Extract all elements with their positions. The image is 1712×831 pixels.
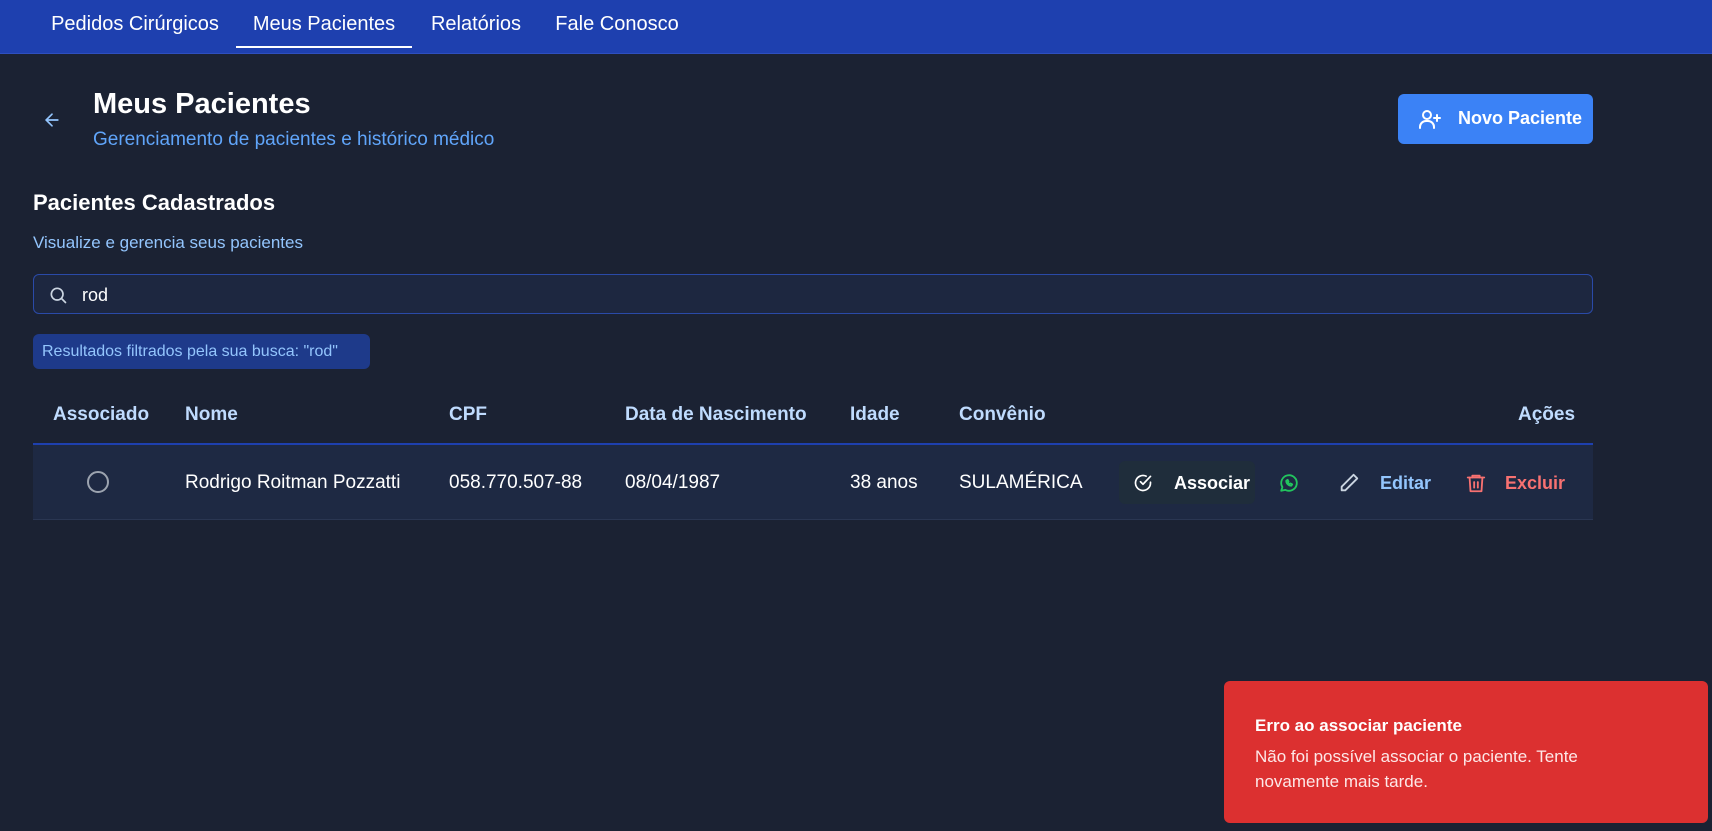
edit-button[interactable]: Editar bbox=[1338, 468, 1448, 498]
associated-radio[interactable] bbox=[87, 471, 109, 493]
new-patient-button[interactable]: Novo Paciente bbox=[1398, 94, 1593, 144]
associate-button[interactable]: Associar bbox=[1119, 461, 1255, 504]
user-plus-icon bbox=[1419, 110, 1441, 129]
delete-button[interactable]: Excluir bbox=[1465, 468, 1575, 498]
section-subtitle: Visualize e gerencia seus pacientes bbox=[33, 233, 303, 252]
tab-label: Meus Pacientes bbox=[252, 12, 396, 35]
search-input[interactable] bbox=[82, 281, 1572, 309]
page-subtitle: Gerenciamento de pacientes e histórico m… bbox=[93, 129, 495, 150]
tab-label: Fale Conosco bbox=[555, 12, 679, 35]
column-header-cpf: CPF bbox=[449, 404, 487, 425]
column-header-idade: Idade bbox=[850, 404, 900, 425]
column-header-nome: Nome bbox=[185, 404, 238, 425]
trash-icon bbox=[1466, 474, 1486, 493]
column-header-acoes: Ações bbox=[1518, 404, 1576, 425]
whatsapp-icon[interactable] bbox=[1278, 472, 1300, 494]
cell-nome: Rodrigo Roitman Pozzatti bbox=[185, 472, 401, 493]
cell-cpf: 058.770.507-88 bbox=[449, 472, 583, 493]
column-header-convenio: Convênio bbox=[959, 404, 1046, 425]
tab-label: Relatórios bbox=[430, 12, 522, 35]
search-box bbox=[33, 274, 1593, 314]
tab-fale-conosco[interactable]: Fale Conosco bbox=[552, 0, 682, 48]
tab-relatorios[interactable]: Relatórios bbox=[421, 0, 531, 48]
delete-label: Excluir bbox=[1505, 473, 1566, 493]
edit-label: Editar bbox=[1380, 473, 1432, 493]
toast-message: Não foi possível associar o paciente. Te… bbox=[1255, 747, 1578, 791]
cell-idade: 38 anos bbox=[850, 472, 918, 493]
section-title: Pacientes Cadastrados bbox=[33, 190, 276, 215]
filter-notice-text: Resultados filtrados pela sua busca: "ro… bbox=[42, 342, 338, 360]
error-toast[interactable]: Erro ao associar paciente Não foi possív… bbox=[1224, 681, 1708, 823]
tab-pedidos-cirurgicos[interactable]: Pedidos Cirúrgicos bbox=[36, 0, 234, 48]
page-title: Meus Pacientes bbox=[93, 88, 311, 120]
top-navigation: Pedidos Cirúrgicos Meus Pacientes Relató… bbox=[0, 0, 1712, 54]
new-patient-label: Novo Paciente bbox=[1458, 108, 1583, 128]
toast-title: Erro ao associar paciente bbox=[1255, 716, 1462, 735]
tab-meus-pacientes[interactable]: Meus Pacientes bbox=[236, 0, 412, 48]
tab-label: Pedidos Cirúrgicos bbox=[51, 12, 219, 35]
cell-nascimento: 08/04/1987 bbox=[625, 472, 721, 493]
arrow-left-icon bbox=[45, 113, 59, 127]
filter-notice-badge: Resultados filtrados pela sua busca: "ro… bbox=[33, 334, 370, 369]
column-header-nascimento: Data de Nascimento bbox=[625, 404, 807, 425]
column-header-associado: Associado bbox=[53, 404, 150, 425]
cell-convenio: SULAMÉRICA bbox=[959, 472, 1083, 493]
associate-label: Associar bbox=[1174, 473, 1251, 493]
search-icon bbox=[50, 287, 67, 304]
pencil-icon bbox=[1340, 473, 1359, 492]
back-button[interactable] bbox=[38, 106, 66, 134]
check-circle-icon bbox=[1134, 474, 1152, 492]
